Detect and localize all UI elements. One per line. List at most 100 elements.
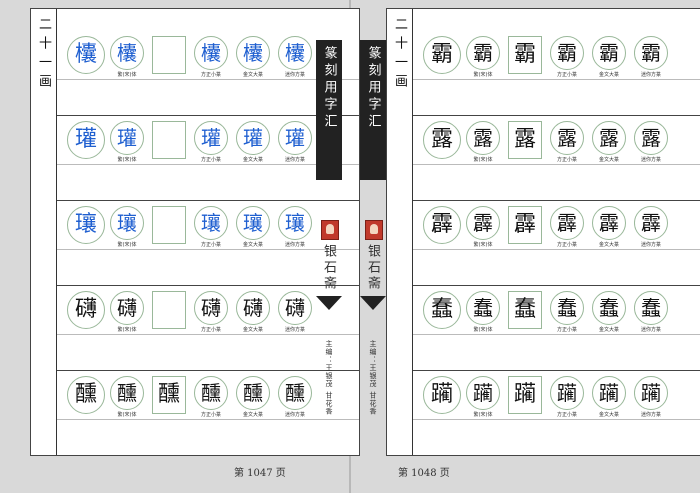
head-char-cell: 欜 [67,36,105,78]
style-cell: 霸 [507,36,543,78]
style-caption: 迷你方篆 [284,327,305,333]
notes-row [57,164,359,200]
style-caption: 金文大篆 [242,412,263,418]
style-cell: 醺金文大篆 [235,376,271,418]
blocks-right: 霸霸繁(宋)体霸霸方正小篆霸金文大篆霸迷你方篆露露繁(宋)体露露方正小篆露金文大… [413,9,700,455]
style-char [152,36,186,74]
char-block: 霸霸繁(宋)体霸霸方正小篆霸金文大篆霸迷你方篆 [413,31,700,116]
style-caption: 繁(宋)体 [117,242,137,248]
style-caption: 迷你方篆 [284,157,305,163]
style-char: 躏 [466,376,500,410]
char-block: 露露繁(宋)体露露方正小篆露金文大篆露迷你方篆 [413,116,700,201]
style-cell: 霸迷你方篆 [633,36,669,78]
style-char: 瓖 [194,206,228,240]
style-cell [151,291,187,333]
style-caption: 方正小篆 [556,72,577,78]
style-caption: 繁(宋)体 [473,327,493,333]
style-char [152,291,186,329]
notes-row [413,419,700,455]
head-char: 霹 [423,206,461,244]
style-caption: 金文大篆 [242,327,263,333]
style-char: 霸 [634,36,668,70]
notes-row [57,419,359,455]
notes-row [57,249,359,285]
style-cell: 欜迷你方篆 [277,36,313,78]
publisher-left: 银石斋 [321,244,336,292]
style-char: 露 [508,121,542,159]
style-caption: 迷你方篆 [284,412,305,418]
style-caption: 繁(宋)体 [117,327,137,333]
style-caption: 迷你方篆 [640,157,661,163]
style-caption: 迷你方篆 [640,327,661,333]
page-number-left: 第 1047 页 [234,468,286,479]
head-char-cell: 霹 [423,206,461,248]
head-char: 欜 [67,36,105,74]
style-char: 蠢 [550,291,584,325]
style-char [152,121,186,159]
style-char: 礴 [194,291,228,325]
style-char: 瓘 [110,121,144,155]
style-char: 霹 [634,206,668,240]
head-char: 露 [423,121,461,159]
char-block: 躏躏繁(宋)体躏躏方正小篆躏金文大篆躏迷你方篆 [413,371,700,455]
style-cell: 瓘繁(宋)体 [109,121,145,163]
notes-row [413,79,700,115]
style-char: 醺 [278,376,312,410]
style-cell: 蠢迷你方篆 [633,291,669,333]
style-cell: 露 [507,121,543,163]
style-char: 瓖 [278,206,312,240]
style-cell: 瓘方正小篆 [193,121,229,163]
style-caption: 迷你方篆 [640,242,661,248]
style-cell: 霸繁(宋)体 [465,36,501,78]
spine-notch-left [316,296,342,310]
style-char: 露 [550,121,584,155]
notes-row [413,164,700,200]
style-cell: 躏繁(宋)体 [465,376,501,418]
style-caption: 金文大篆 [598,327,619,333]
style-caption: 繁(宋)体 [117,157,137,163]
style-char: 霸 [592,36,626,70]
char-row: 醺醺繁(宋)体醺醺方正小篆醺金文大篆醺迷你方篆 [57,371,359,420]
style-caption: 方正小篆 [200,242,221,248]
style-caption: 方正小篆 [200,72,221,78]
spine-notch-right [360,296,386,310]
style-cell: 露繁(宋)体 [465,121,501,163]
style-cell: 醺方正小篆 [193,376,229,418]
style-char: 霸 [466,36,500,70]
head-char-cell: 瓘 [67,121,105,163]
style-cell: 醺迷你方篆 [277,376,313,418]
head-char: 蠢 [423,291,461,329]
style-caption: 金文大篆 [242,157,263,163]
notes-row [57,79,359,115]
style-char: 露 [466,121,500,155]
editors-left: 主编：王银茂 甘花香 [325,340,333,416]
style-caption: 迷你方篆 [284,242,305,248]
style-cell: 露迷你方篆 [633,121,669,163]
style-cell: 蠢方正小篆 [549,291,585,333]
char-block: 瓖瓖繁(宋)体瓖方正小篆瓖金文大篆瓖迷你方篆 [57,201,359,286]
style-cell [151,206,187,248]
style-cell: 瓖方正小篆 [193,206,229,248]
style-char: 躏 [592,376,626,410]
style-char [152,206,186,244]
style-cell: 躏金文大篆 [591,376,627,418]
style-cell: 霹繁(宋)体 [465,206,501,248]
head-char-cell: 躏 [423,376,461,418]
style-caption: 方正小篆 [556,327,577,333]
style-char: 蠢 [592,291,626,325]
style-caption: 方正小篆 [200,412,221,418]
style-char: 瓖 [110,206,144,240]
style-char: 礴 [110,291,144,325]
style-caption: 迷你方篆 [640,412,661,418]
style-caption: 金文大篆 [598,412,619,418]
head-char-cell: 醺 [67,376,105,418]
page-right: 二十一画 霸霸繁(宋)体霸霸方正小篆霸金文大篆霸迷你方篆露露繁(宋)体露露方正小… [386,8,700,456]
style-caption: 繁(宋)体 [117,412,137,418]
style-char: 瓖 [236,206,270,240]
section-label-right: 二十一画 [387,9,413,455]
head-char-cell: 瓖 [67,206,105,248]
head-char: 瓘 [67,121,105,159]
style-char: 躏 [508,376,542,414]
style-char: 瓘 [236,121,270,155]
style-char: 霹 [550,206,584,240]
